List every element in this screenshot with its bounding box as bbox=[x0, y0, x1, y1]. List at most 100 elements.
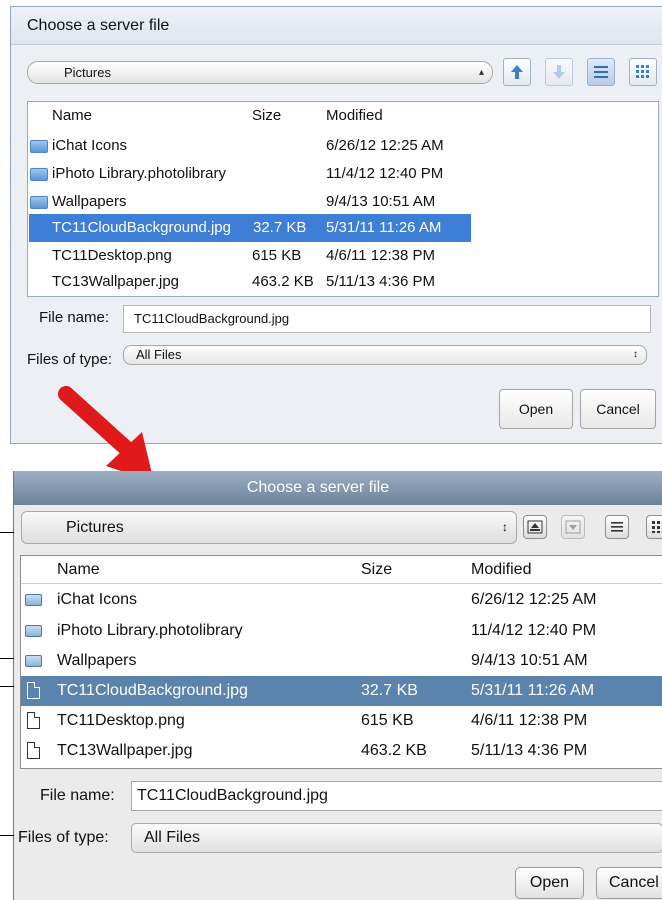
arrow-down-icon bbox=[565, 520, 581, 534]
old-file-row[interactable]: iChat Icons 6/26/12 12:25 AM bbox=[28, 132, 658, 160]
old-file-name: iChat Icons bbox=[52, 137, 128, 154]
new-list-view-button[interactable] bbox=[605, 515, 629, 539]
new-file-modified: 4/6/11 12:38 PM bbox=[471, 712, 588, 729]
new-dialog-title: Choose a server file bbox=[14, 471, 662, 505]
old-file-size: 615 KB bbox=[252, 247, 302, 264]
old-file-row[interactable]: Wallpapers 9/4/13 10:51 AM bbox=[28, 188, 658, 216]
document-icon bbox=[27, 682, 40, 699]
new-file-row[interactable]: iChat Icons 6/26/12 12:25 AM bbox=[21, 585, 662, 615]
new-file-row[interactable]: TC13Wallpaper.jpg 463.2 KB 5/11/13 4:36 … bbox=[21, 736, 662, 766]
new-file-name: TC13Wallpaper.jpg bbox=[57, 742, 193, 759]
old-folder-combo-label: Pictures bbox=[64, 65, 111, 80]
callout-line bbox=[0, 532, 14, 533]
new-file-size: 463.2 KB bbox=[361, 742, 427, 759]
new-files-of-type-label: Files of type: bbox=[18, 829, 109, 846]
old-file-name-label: File name: bbox=[39, 309, 110, 326]
folder-icon bbox=[30, 140, 48, 153]
old-file-modified: 6/26/12 12:25 AM bbox=[326, 137, 444, 154]
list-view-icon bbox=[594, 66, 608, 78]
new-file-modified: 6/26/12 12:25 AM bbox=[471, 591, 597, 608]
arrow-down-icon bbox=[553, 65, 565, 79]
old-column-modified[interactable]: Modified bbox=[326, 106, 383, 126]
old-column-name[interactable]: Name bbox=[52, 106, 92, 126]
old-file-row[interactable]: TC11Desktop.png 615 KB 4/6/11 12:38 PM bbox=[28, 242, 658, 270]
old-file-name: Wallpapers bbox=[52, 193, 127, 210]
new-file-row[interactable]: TC11Desktop.png 615 KB 4/6/11 12:38 PM bbox=[21, 706, 662, 736]
old-folder-combo[interactable]: Pictures ▴ bbox=[27, 61, 493, 84]
old-dialog-title: Choose a server file bbox=[11, 7, 662, 45]
old-file-name: TC13Wallpaper.jpg bbox=[52, 273, 180, 290]
folder-icon bbox=[25, 655, 42, 667]
folder-icon bbox=[30, 196, 48, 209]
new-column-name[interactable]: Name bbox=[57, 556, 100, 584]
new-grid-view-button[interactable] bbox=[646, 515, 662, 539]
old-file-name: TC11Desktop.png bbox=[52, 247, 172, 264]
callout-line bbox=[0, 658, 14, 659]
old-file-row-selected[interactable]: TC11CloudBackground.jpg 32.7 KB 5/31/11 … bbox=[29, 214, 471, 242]
new-file-name: Wallpapers bbox=[57, 652, 137, 669]
new-up-button[interactable] bbox=[523, 515, 547, 539]
new-column-modified[interactable]: Modified bbox=[471, 556, 531, 584]
new-folder-combo-label: Pictures bbox=[66, 519, 124, 536]
old-files-of-type-combo[interactable]: All Files ↕ bbox=[123, 345, 647, 365]
old-files-of-type-label: Files of type: bbox=[27, 351, 113, 368]
new-file-row[interactable]: Wallpapers 9/4/13 10:51 AM bbox=[21, 646, 662, 676]
new-file-name-label: File name: bbox=[40, 787, 115, 804]
new-file-size: 615 KB bbox=[361, 712, 414, 729]
old-down-button[interactable] bbox=[545, 58, 573, 86]
new-files-of-type-combo[interactable]: All Files ↕ bbox=[131, 823, 662, 853]
new-cancel-button[interactable]: Cancel bbox=[596, 867, 662, 899]
folder-icon bbox=[25, 594, 42, 606]
callout-line bbox=[0, 686, 14, 687]
old-column-size[interactable]: Size bbox=[252, 106, 281, 126]
old-list-view-button[interactable] bbox=[587, 58, 615, 86]
new-files-of-type-value: All Files bbox=[144, 829, 201, 846]
new-folder-combo[interactable]: Pictures ↕ bbox=[21, 511, 517, 544]
new-file-name: TC11Desktop.png bbox=[57, 712, 185, 729]
new-file-row[interactable]: iPhoto Library.photolibrary 11/4/12 12:4… bbox=[21, 616, 662, 646]
new-file-row-selected[interactable]: TC11CloudBackground.jpg 32.7 KB 5/31/11 … bbox=[21, 676, 662, 706]
document-icon bbox=[27, 742, 40, 759]
new-column-size[interactable]: Size bbox=[361, 556, 392, 584]
old-file-modified: 5/11/13 4:36 PM bbox=[326, 273, 435, 290]
new-file-modified: 9/4/13 10:51 AM bbox=[471, 652, 588, 669]
old-cancel-button[interactable]: Cancel bbox=[580, 389, 656, 429]
new-file-name-input[interactable]: TC11CloudBackground.jpg bbox=[131, 781, 662, 811]
new-column-header-row: Name Size Modified bbox=[21, 556, 662, 584]
new-open-button[interactable]: Open bbox=[515, 867, 584, 899]
old-file-list[interactable]: Name Size Modified iChat Icons 6/26/12 1… bbox=[27, 101, 659, 297]
old-file-modified: 5/31/11 11:26 AM bbox=[326, 219, 442, 236]
new-file-dialog: Choose a server file Pictures ↕ Name Siz… bbox=[13, 471, 662, 900]
new-file-modified: 5/31/11 11:26 AM bbox=[471, 682, 595, 699]
new-file-size: 32.7 KB bbox=[361, 682, 418, 699]
folder-icon bbox=[25, 625, 42, 637]
grid-view-icon bbox=[636, 65, 649, 78]
old-files-of-type-value: All Files bbox=[136, 347, 182, 362]
grid-view-icon bbox=[652, 521, 660, 533]
old-open-button[interactable]: Open bbox=[499, 389, 573, 429]
old-file-dialog: Choose a server file Pictures ▴ Name Siz… bbox=[10, 6, 662, 444]
document-icon bbox=[27, 712, 40, 729]
new-file-modified: 5/11/13 4:36 PM bbox=[471, 742, 588, 759]
old-file-modified: 9/4/13 10:51 AM bbox=[326, 193, 436, 210]
new-file-list[interactable]: Name Size Modified iChat Icons 6/26/12 1… bbox=[20, 555, 662, 769]
updown-chevron-icon: ↕ bbox=[633, 349, 638, 360]
new-down-button[interactable] bbox=[561, 515, 585, 539]
new-file-name: TC11CloudBackground.jpg bbox=[57, 682, 248, 699]
arrow-up-icon bbox=[527, 520, 543, 534]
new-file-modified: 11/4/12 12:40 PM bbox=[471, 622, 597, 639]
arrow-up-icon bbox=[511, 65, 523, 79]
old-up-button[interactable] bbox=[503, 58, 531, 86]
old-file-modified: 11/4/12 12:40 PM bbox=[326, 165, 444, 182]
old-file-size: 463.2 KB bbox=[252, 273, 314, 290]
old-file-name-input[interactable]: TC11CloudBackground.jpg bbox=[123, 305, 651, 333]
old-grid-view-button[interactable] bbox=[629, 58, 657, 86]
old-file-name: TC11CloudBackground.jpg bbox=[52, 219, 231, 236]
new-file-name: iPhoto Library.photolibrary bbox=[57, 622, 243, 639]
old-file-row[interactable]: TC13Wallpaper.jpg 463.2 KB 5/11/13 4:36 … bbox=[28, 268, 658, 296]
folder-icon bbox=[30, 168, 48, 181]
new-file-name: iChat Icons bbox=[57, 591, 138, 608]
callout-line bbox=[0, 835, 14, 836]
old-file-modified: 4/6/11 12:38 PM bbox=[326, 247, 435, 264]
old-file-row[interactable]: iPhoto Library.photolibrary 11/4/12 12:4… bbox=[28, 160, 658, 188]
